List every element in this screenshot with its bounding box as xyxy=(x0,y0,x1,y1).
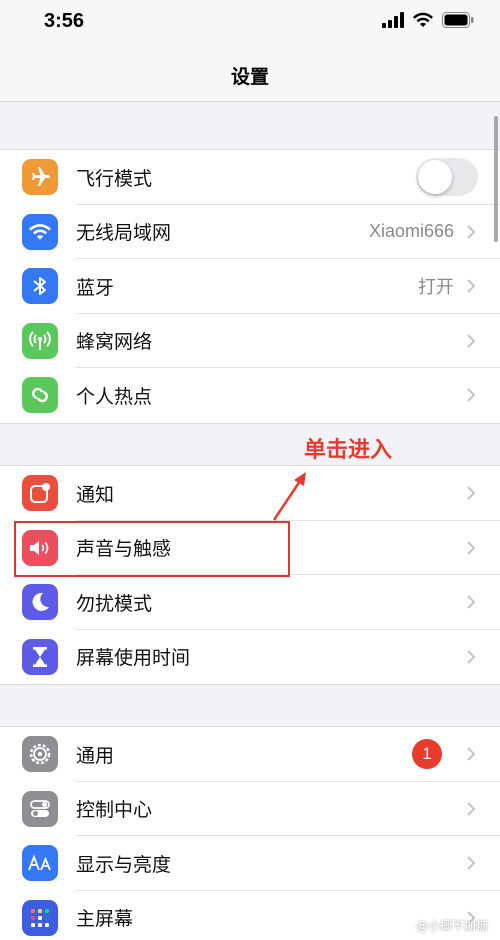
setting-row-airplane-mode[interactable]: 飞行模式 xyxy=(0,150,500,205)
signal-icon xyxy=(382,12,404,28)
setting-row-general[interactable]: 通用 1 xyxy=(0,727,500,782)
nav-bar: 设置 xyxy=(0,50,500,102)
status-time: 3:56 xyxy=(44,10,85,32)
setting-label: 显示与亮度 xyxy=(76,853,172,876)
wifi-status-icon xyxy=(413,12,433,27)
annotation-arrow-icon xyxy=(272,472,306,521)
airplane-mode-toggle[interactable] xyxy=(416,158,478,197)
status-icons xyxy=(382,12,474,28)
setting-row-notifications[interactable]: 通知 xyxy=(0,466,500,521)
setting-value: 打开 xyxy=(418,277,454,298)
setting-value: Xiaomi666 xyxy=(368,221,454,242)
chevron-right-icon xyxy=(467,279,476,293)
toggles-icon xyxy=(22,790,58,827)
text-size-icon xyxy=(22,845,58,882)
chevron-right-icon xyxy=(467,802,476,816)
setting-row-personal-hotspot[interactable]: 个人热点 xyxy=(0,368,500,423)
chevron-right-icon xyxy=(467,856,476,870)
page-title: 设置 xyxy=(230,66,269,88)
bluetooth-icon xyxy=(22,268,58,305)
chevron-right-icon xyxy=(467,541,476,555)
setting-row-wifi[interactable]: 无线局域网 Xiaomi666 xyxy=(0,205,500,259)
setting-row-display-brightness[interactable]: 显示与亮度 xyxy=(0,836,500,891)
setting-label: 勿扰模式 xyxy=(76,592,153,615)
setting-row-control-center[interactable]: 控制中心 xyxy=(0,782,500,836)
setting-label: 通用 xyxy=(76,744,115,767)
setting-row-bluetooth[interactable]: 蓝牙 打开 xyxy=(0,259,500,314)
hourglass-icon xyxy=(22,638,58,675)
home-grid-icon xyxy=(22,899,58,936)
toggle-knob xyxy=(418,160,452,195)
setting-row-cellular[interactable]: 蜂窝网络 xyxy=(0,314,500,368)
moon-icon xyxy=(22,584,58,621)
setting-label: 蜂窝网络 xyxy=(76,331,153,354)
chevron-right-icon xyxy=(467,747,476,761)
setting-label: 蓝牙 xyxy=(76,276,115,299)
chevron-right-icon xyxy=(467,225,476,239)
setting-label: 控制中心 xyxy=(76,799,153,822)
hotspot-icon xyxy=(22,377,58,414)
setting-label: 个人热点 xyxy=(76,385,153,408)
setting-label: 屏幕使用时间 xyxy=(76,647,191,670)
cellular-icon xyxy=(22,322,58,359)
chevron-right-icon xyxy=(467,595,476,609)
update-badge: 1 xyxy=(412,739,442,770)
settings-group-general: 通用 1 控制中心 显示与亮度 主屏幕 xyxy=(0,726,500,940)
chevron-right-icon xyxy=(467,486,476,500)
gear-icon xyxy=(22,736,58,773)
watermark: @小椰不加糖 xyxy=(415,919,488,933)
chevron-right-icon xyxy=(467,388,476,402)
chevron-right-icon xyxy=(467,334,476,348)
scrollbar[interactable] xyxy=(494,116,498,242)
setting-label: 主屏幕 xyxy=(76,908,134,931)
airplane-icon xyxy=(22,159,58,196)
setting-row-do-not-disturb[interactable]: 勿扰模式 xyxy=(0,575,500,630)
chevron-right-icon xyxy=(467,650,476,664)
setting-label: 飞行模式 xyxy=(76,167,153,190)
settings-group-connectivity: 飞行模式 无线局域网 Xiaomi666 蓝牙 打开 蜂窝网络 个人热点 xyxy=(0,149,500,424)
annotation-text: 单击进入 xyxy=(304,438,393,463)
battery-icon xyxy=(442,12,474,28)
wifi-icon xyxy=(22,213,58,250)
setting-label: 无线局域网 xyxy=(76,222,172,245)
setting-row-screen-time[interactable]: 屏幕使用时间 xyxy=(0,630,500,685)
setting-label: 通知 xyxy=(76,483,115,506)
status-bar: 3:56 xyxy=(0,0,500,50)
notification-icon xyxy=(22,475,58,512)
highlight-box xyxy=(14,521,290,577)
